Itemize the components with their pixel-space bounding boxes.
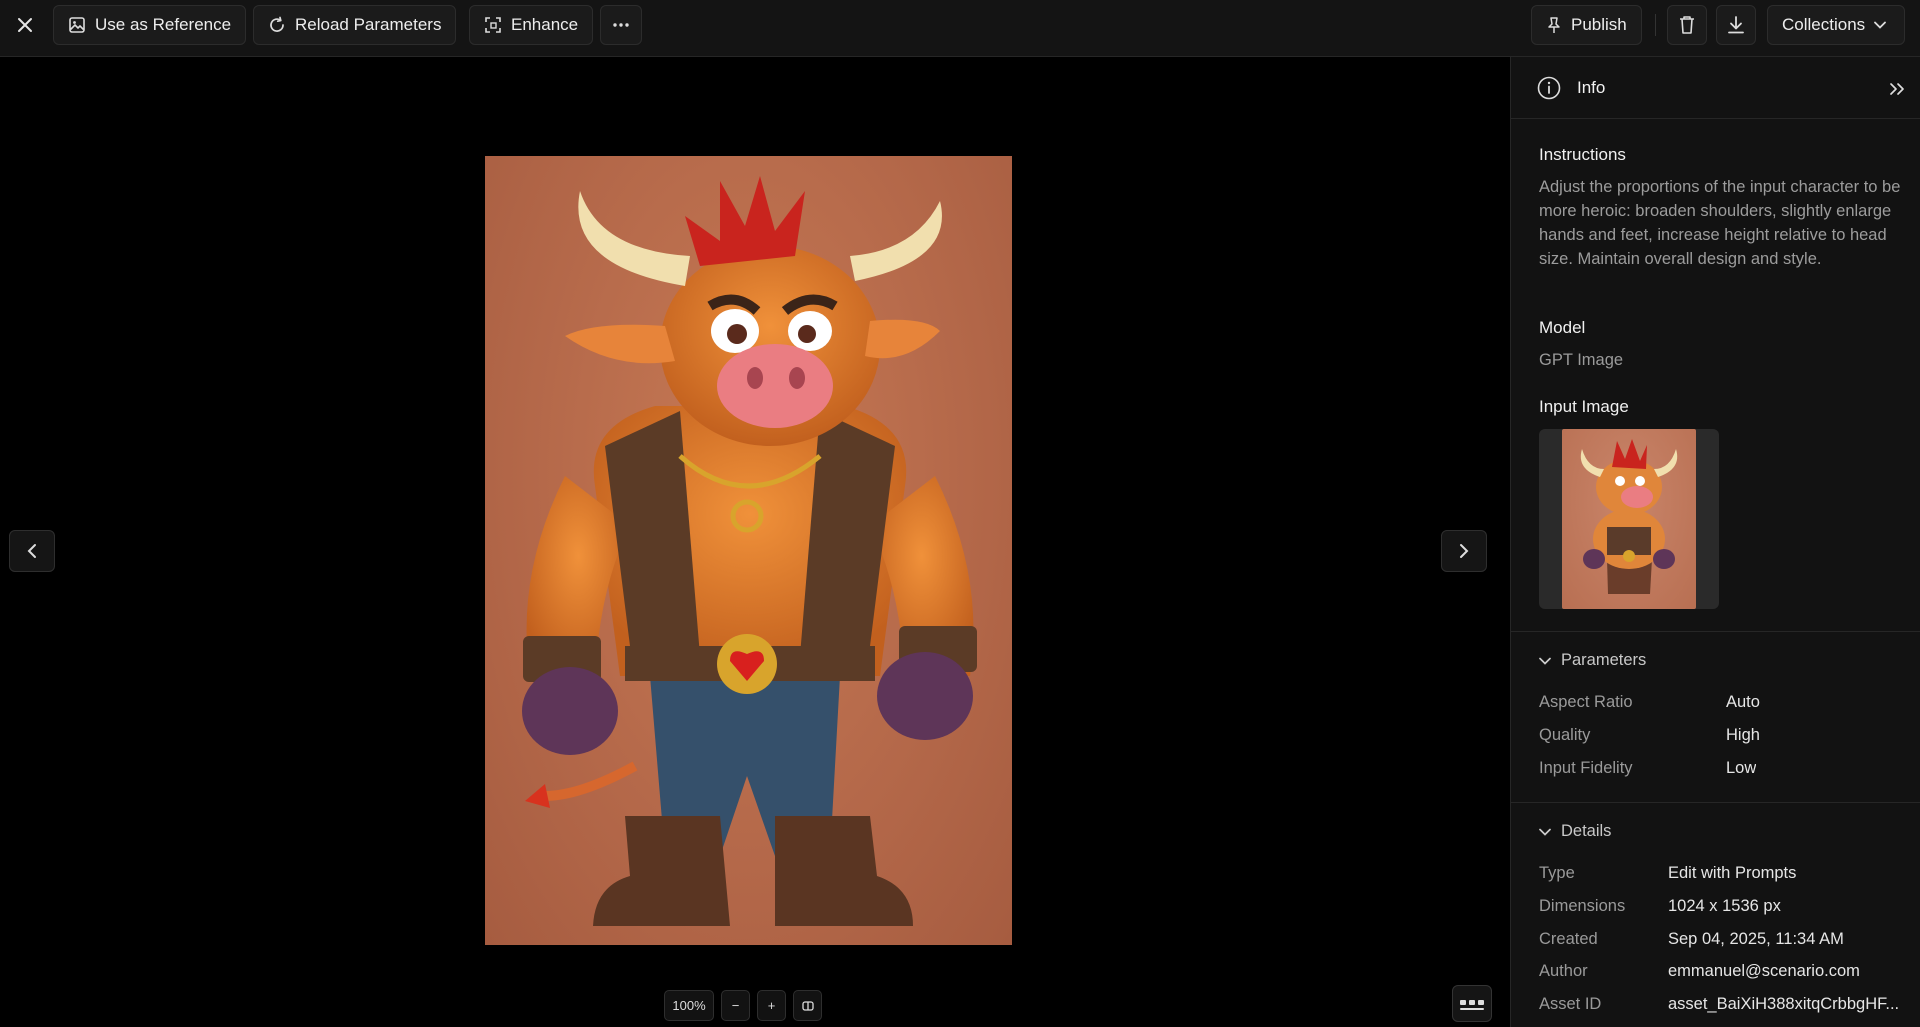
filmstrip-toggle-button[interactable]: [1452, 985, 1492, 1022]
image-icon: [69, 17, 85, 33]
info-panel-header: Info: [1511, 57, 1920, 119]
bull-character-illustration: [522, 176, 977, 926]
param-value: Auto: [1726, 693, 1760, 711]
enhance-button[interactable]: Enhance: [469, 5, 594, 45]
instructions-label: Instructions: [1539, 145, 1626, 164]
next-image-button[interactable]: [1441, 530, 1487, 572]
parameters-section-toggle[interactable]: Parameters: [1539, 651, 1646, 670]
model-label: Model: [1539, 318, 1586, 337]
details-label: Details: [1561, 822, 1612, 840]
input-image-thumbnail[interactable]: [1539, 429, 1719, 609]
zoom-out-button[interactable]: −: [721, 990, 750, 1021]
input-image-label: Input Image: [1539, 397, 1629, 416]
info-panel: Info Instructions Adjust the proportions…: [1510, 57, 1920, 1027]
detail-key: Dimensions: [1539, 897, 1626, 915]
download-icon: [1728, 16, 1744, 34]
image-viewer: 100% − +: [0, 57, 1510, 1027]
detail-value: 1024 x 1536 px: [1668, 897, 1781, 915]
chevron-down-icon: [1874, 21, 1887, 29]
detail-value: Edit with Prompts: [1668, 864, 1797, 882]
input-image-preview: [1562, 429, 1696, 609]
reload-parameters-button[interactable]: Reload Parameters: [253, 5, 457, 45]
reload-parameters-label: Reload Parameters: [295, 15, 442, 34]
chevron-left-icon: [27, 544, 36, 558]
previous-image-button[interactable]: [9, 530, 55, 572]
zoom-in-button[interactable]: +: [757, 990, 786, 1021]
use-as-reference-button[interactable]: Use as Reference: [53, 5, 247, 45]
detail-key: Type: [1539, 864, 1575, 882]
section-divider: [1511, 802, 1920, 803]
collections-dropdown[interactable]: Collections: [1767, 5, 1905, 45]
model-value: GPT Image: [1539, 351, 1624, 369]
toolbar-divider: [1655, 14, 1656, 36]
author-value[interactable]: emmanuel@scenario.com: [1668, 962, 1908, 981]
pin-icon: [1548, 17, 1560, 33]
param-key: Input Fidelity: [1539, 759, 1633, 777]
top-toolbar: Use as Reference Reload Parameters Enhan…: [0, 0, 1920, 57]
more-icon: [613, 23, 629, 27]
collections-label: Collections: [1782, 15, 1866, 34]
detail-value: Sep 04, 2025, 11:34 AM: [1668, 930, 1844, 948]
publish-label: Publish: [1571, 15, 1627, 34]
detail-key: Author: [1539, 962, 1588, 980]
generated-image: [485, 156, 1012, 945]
chevron-down-icon: [1539, 657, 1551, 665]
enhance-icon: [485, 17, 501, 33]
close-icon: [18, 18, 32, 32]
detail-key: Asset ID: [1539, 995, 1602, 1013]
collapse-panel-icon[interactable]: [1889, 82, 1905, 96]
detail-key: Created: [1539, 930, 1598, 948]
param-key: Aspect Ratio: [1539, 693, 1633, 711]
delete-button[interactable]: [1667, 5, 1707, 45]
zoom-level-button[interactable]: 100%: [664, 990, 714, 1021]
info-icon: [1537, 76, 1561, 100]
param-key: Quality: [1539, 726, 1591, 744]
parameters-label: Parameters: [1561, 651, 1647, 669]
close-button[interactable]: [8, 8, 42, 42]
panel-title: Info: [1577, 78, 1606, 97]
instructions-text: Adjust the proportions of the input char…: [1539, 178, 1901, 268]
compare-icon: [801, 1000, 814, 1011]
trash-icon: [1680, 16, 1694, 34]
param-value: Low: [1726, 759, 1757, 777]
chevron-right-icon: [1460, 544, 1469, 558]
publish-button[interactable]: Publish: [1531, 5, 1642, 45]
use-as-reference-label: Use as Reference: [95, 15, 232, 34]
reload-icon: [270, 16, 284, 32]
details-section-toggle[interactable]: Details: [1539, 822, 1611, 841]
asset-id-value[interactable]: asset_BaiXiH388xitqCrbbgHF...: [1668, 995, 1908, 1014]
param-value: High: [1726, 726, 1760, 744]
more-options-button[interactable]: [600, 5, 642, 45]
download-button[interactable]: [1716, 5, 1756, 45]
chevron-down-icon: [1539, 828, 1551, 836]
compare-button[interactable]: [793, 990, 822, 1021]
zoom-controls: 100% − +: [664, 990, 822, 1021]
enhance-label: Enhance: [511, 15, 579, 34]
filmstrip-icon: [1460, 999, 1484, 1010]
section-divider: [1511, 631, 1920, 632]
